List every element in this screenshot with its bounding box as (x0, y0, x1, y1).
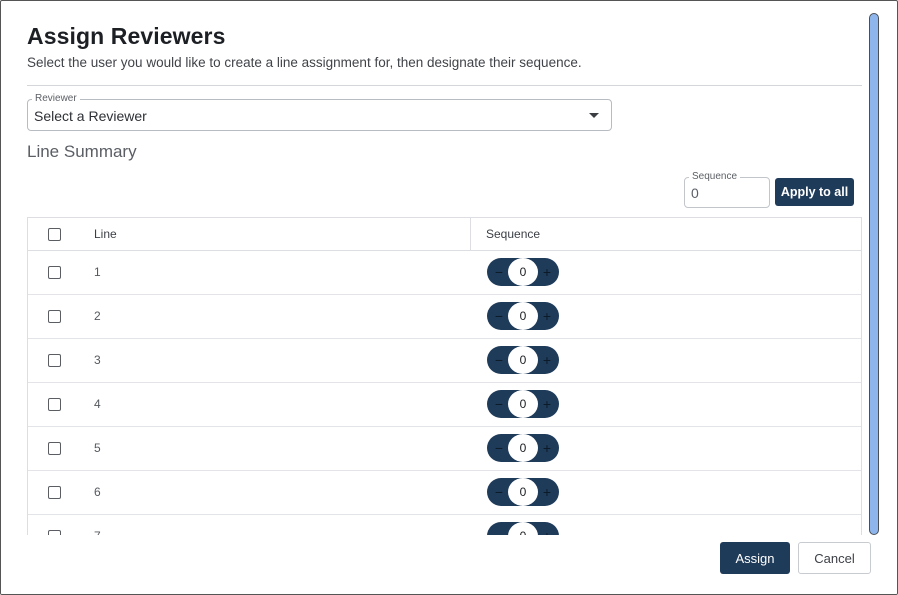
row-line-number: 4 (94, 397, 101, 411)
reviewer-select-value: Select a Reviewer (34, 108, 147, 124)
header-divider (27, 85, 862, 86)
minus-icon[interactable]: − (492, 439, 506, 457)
row-checkbox[interactable] (48, 354, 61, 367)
minus-icon[interactable]: − (492, 263, 506, 281)
column-header-line: Line (94, 227, 117, 241)
minus-icon[interactable]: − (492, 483, 506, 501)
minus-icon[interactable]: − (492, 307, 506, 325)
minus-icon[interactable]: − (492, 351, 506, 369)
column-divider (470, 218, 471, 251)
row-checkbox[interactable] (48, 398, 61, 411)
line-summary-title: Line Summary (27, 142, 137, 161)
sequence-input-value[interactable]: 0 (691, 185, 699, 201)
sequence-value[interactable]: 0 (508, 258, 538, 286)
row-checkbox[interactable] (48, 310, 61, 323)
row-line-number: 5 (94, 441, 101, 455)
table-row: 2 −0 + (28, 295, 861, 339)
reviewer-select[interactable]: Reviewer Select a Reviewer (27, 93, 612, 131)
table-row: 4 −0 + (28, 383, 861, 427)
sequence-stepper[interactable]: −0 + (487, 478, 559, 506)
table-row: 7−0 + (28, 515, 861, 537)
row-checkbox[interactable] (48, 486, 61, 499)
plus-icon[interactable]: + (540, 439, 554, 457)
scrollbar-thumb[interactable] (869, 13, 879, 535)
select-all-checkbox[interactable] (48, 228, 61, 241)
line-table: Line Sequence 1−0 +2−0 +3−0 +4−0 +5−0 +6−0 +7−… (27, 217, 862, 537)
sequence-value[interactable]: 0 (508, 390, 538, 418)
plus-icon[interactable]: + (540, 307, 554, 325)
sequence-value[interactable]: 0 (508, 478, 538, 506)
plus-icon[interactable]: + (540, 395, 554, 413)
scrollbar[interactable] (869, 13, 879, 535)
row-checkbox[interactable] (48, 442, 61, 455)
column-header-sequence: Sequence (486, 227, 541, 241)
table-row: 5 −0 + (28, 427, 861, 471)
row-line-number: 2 (94, 309, 101, 323)
table-row: 1 −0 + (28, 251, 861, 295)
dialog-subtitle: Select the user you would like to create… (27, 55, 582, 70)
sequence-stepper[interactable]: −0 + (487, 390, 559, 418)
sequence-stepper[interactable]: −0 + (487, 346, 559, 374)
sequence-value[interactable]: 0 (508, 434, 538, 462)
dropdown-caret-icon[interactable] (589, 113, 599, 118)
sequence-value[interactable]: 0 (508, 346, 538, 374)
apply-to-all-button[interactable]: Apply to all (775, 178, 854, 206)
sequence-stepper[interactable]: −0 + (487, 258, 559, 286)
sequence-apply-input[interactable]: Sequence 0 (684, 171, 770, 208)
row-line-number: 1 (94, 265, 101, 279)
assign-reviewers-dialog: Assign Reviewers Select the user you wou… (0, 0, 898, 595)
table-row: 3 −0 + (28, 339, 861, 383)
row-line-number: 6 (94, 485, 101, 499)
plus-icon[interactable]: + (540, 351, 554, 369)
minus-icon[interactable]: − (492, 395, 506, 413)
dialog-title: Assign Reviewers (27, 23, 226, 49)
row-line-number: 3 (94, 353, 101, 367)
cancel-button[interactable]: Cancel (798, 542, 871, 574)
table-header: Line Sequence (28, 218, 861, 251)
sequence-input-label: Sequence (689, 171, 741, 183)
reviewer-label: Reviewer (32, 93, 80, 105)
assign-button[interactable]: Assign (720, 542, 790, 574)
plus-icon[interactable]: + (540, 263, 554, 281)
table-row: 6 −0 + (28, 471, 861, 515)
sequence-stepper[interactable]: −0 + (487, 302, 559, 330)
plus-icon[interactable]: + (540, 483, 554, 501)
sequence-value[interactable]: 0 (508, 302, 538, 330)
row-checkbox[interactable] (48, 266, 61, 279)
sequence-stepper[interactable]: −0 + (487, 434, 559, 462)
